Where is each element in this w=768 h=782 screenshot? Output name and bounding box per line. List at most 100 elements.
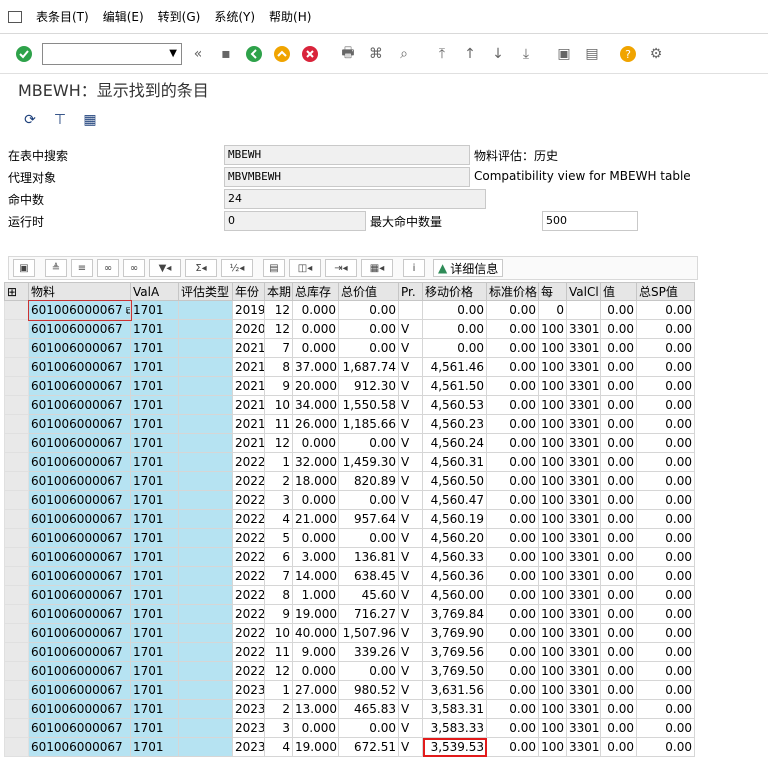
table-cell[interactable]: 0.00 [486, 699, 539, 719]
page-first-icon[interactable]: ⤒ [430, 42, 454, 66]
sort-ascending-icon[interactable]: ≜ [45, 259, 67, 277]
row-selector[interactable] [4, 414, 29, 434]
table-cell[interactable]: 3301 [566, 433, 601, 453]
up-icon[interactable] [270, 42, 294, 66]
column-header[interactable]: 本期 [264, 282, 293, 301]
table-cell[interactable]: 0.00 [338, 319, 399, 339]
table-cell[interactable]: 0.00 [636, 566, 695, 586]
table-cell[interactable]: 2023 [232, 699, 265, 719]
details-view-icon[interactable]: ▣ [13, 259, 35, 277]
table-cell[interactable]: 1,507.96 [338, 623, 399, 643]
save-icon[interactable]: ▪ [214, 42, 238, 66]
table-cell[interactable]: 2022 [232, 623, 265, 643]
table-cell[interactable]: 100 [538, 528, 567, 548]
table-cell[interactable]: 601006000067 [28, 509, 131, 529]
menu-item-edit[interactable]: 编辑(E) [103, 8, 144, 25]
table-row[interactable]: 601006000067 1701 2022 9 19.000 716.27 V 3,769.… [4, 604, 695, 624]
table-cell[interactable]: 601006000067 [28, 623, 131, 643]
table-cell[interactable]: 2022 [232, 490, 265, 510]
exit-icon[interactable] [242, 42, 266, 66]
table-cell[interactable]: 0.000 [292, 490, 339, 510]
table-cell[interactable]: 0.00 [636, 319, 695, 339]
column-header[interactable]: 值 [600, 282, 637, 301]
table-cell[interactable]: 0.00 [636, 357, 695, 377]
table-cell[interactable]: 3301 [566, 319, 601, 339]
table-row[interactable]: 601006000067 1701 2022 3 0.000 0.00 V 4,560.47 0… [4, 490, 695, 510]
table-cell[interactable]: 3301 [566, 737, 601, 757]
table-cell[interactable]: 0.00 [600, 471, 637, 491]
table-cell[interactable]: 2022 [232, 604, 265, 624]
table-cell[interactable]: 100 [538, 623, 567, 643]
table-row[interactable]: 601006000067 1701 2022 6 3.000 136.81 V 4,560.3… [4, 547, 695, 567]
table-cell[interactable]: 820.89 [338, 471, 399, 491]
table-cell[interactable]: 0.00 [338, 338, 399, 358]
table-cell[interactable] [178, 585, 233, 605]
table-cell[interactable]: 0.00 [636, 414, 695, 434]
table-cell[interactable]: 2022 [232, 566, 265, 586]
table-cell[interactable]: 0.000 [292, 528, 339, 548]
table-cell[interactable]: 9.000 [292, 642, 339, 662]
table-cell[interactable]: 0.00 [486, 452, 539, 472]
table-cell[interactable]: 2021 [232, 433, 265, 453]
table-cell[interactable]: V [398, 718, 423, 738]
table-cell[interactable]: 3301 [566, 661, 601, 681]
table-cell[interactable]: 3301 [566, 490, 601, 510]
row-selector[interactable] [4, 699, 29, 719]
row-selector[interactable] [4, 376, 29, 396]
table-cell[interactable] [178, 737, 233, 757]
table-cell[interactable]: 37.000 [292, 357, 339, 377]
table-cell[interactable]: 9 [264, 376, 293, 396]
table-cell[interactable]: 0.00 [600, 509, 637, 529]
table-cell[interactable]: 0.00 [486, 566, 539, 586]
table-row[interactable]: 601006000067 1701 2022 10 40.000 1,507.96 V 3,7… [4, 623, 695, 643]
row-selector[interactable] [4, 680, 29, 700]
table-cell[interactable]: 100 [538, 680, 567, 700]
table-cell[interactable]: 0.00 [600, 319, 637, 339]
table-cell[interactable]: 1701 [130, 338, 179, 358]
table-cell[interactable]: 3301 [566, 623, 601, 643]
check-icon[interactable] [12, 42, 36, 66]
column-header[interactable]: 标准价格 [486, 282, 539, 301]
table-cell[interactable]: 2022 [232, 509, 265, 529]
table-cell[interactable]: V [398, 661, 423, 681]
find-binoculars-icon[interactable]: ∞ [97, 259, 119, 277]
table-cell[interactable]: 4,561.50 [422, 376, 487, 396]
table-cell[interactable]: 3,769.50 [422, 661, 487, 681]
row-selector[interactable] [4, 623, 29, 643]
row-selector[interactable] [4, 452, 29, 472]
table-cell[interactable]: 100 [538, 414, 567, 434]
table-cell[interactable]: 0.00 [338, 528, 399, 548]
table-cell[interactable]: 1701 [130, 376, 179, 396]
table-cell[interactable]: 0.000 [292, 319, 339, 339]
table-cell[interactable] [178, 509, 233, 529]
table-cell[interactable]: 4 [264, 509, 293, 529]
table-cell[interactable]: 912.30 [338, 376, 399, 396]
table-row[interactable]: 601006000067 1701 2021 12 0.000 0.00 V 4,560.24… [4, 433, 695, 453]
menu-item-table-entry[interactable]: 表条目(T) [36, 8, 89, 25]
table-cell[interactable]: 26.000 [292, 414, 339, 434]
table-cell[interactable]: 3301 [566, 718, 601, 738]
table-cell[interactable]: 601006000067 [28, 680, 131, 700]
table-cell[interactable]: 2022 [232, 547, 265, 567]
table-row[interactable]: 601006000067 ⧉17012019120.0000.000.000.0… [4, 299, 695, 321]
table-cell[interactable]: 100 [538, 604, 567, 624]
table-cell[interactable]: 0.00 [636, 395, 695, 415]
table-cell[interactable]: 4,560.33 [422, 547, 487, 567]
table-cell[interactable]: 980.52 [338, 680, 399, 700]
table-cell[interactable]: 601006000067 [28, 547, 131, 567]
table-cell[interactable]: 0.00 [486, 642, 539, 662]
f4-help-icon[interactable]: ⧉ [123, 306, 130, 317]
row-selector[interactable] [4, 718, 29, 738]
table-cell[interactable]: 0.00 [486, 300, 539, 320]
table-row[interactable]: 601006000067 1701 2022 11 9.000 339.26 V 3,769.… [4, 642, 695, 662]
table-cell[interactable]: 3301 [566, 585, 601, 605]
table-cell[interactable] [566, 300, 601, 320]
column-header[interactable]: 评估类型 [178, 282, 233, 301]
table-cell[interactable]: 0.000 [292, 661, 339, 681]
menu-item-system[interactable]: 系统(Y) [214, 8, 255, 25]
table-cell[interactable]: 1701 [130, 642, 179, 662]
table-cell[interactable]: 100 [538, 376, 567, 396]
table-row[interactable]: 601006000067 1701 2023 4 19.000 672.51 V 3,539.… [4, 737, 695, 757]
table-cell[interactable]: V [398, 585, 423, 605]
table-cell[interactable]: 0.00 [636, 338, 695, 358]
